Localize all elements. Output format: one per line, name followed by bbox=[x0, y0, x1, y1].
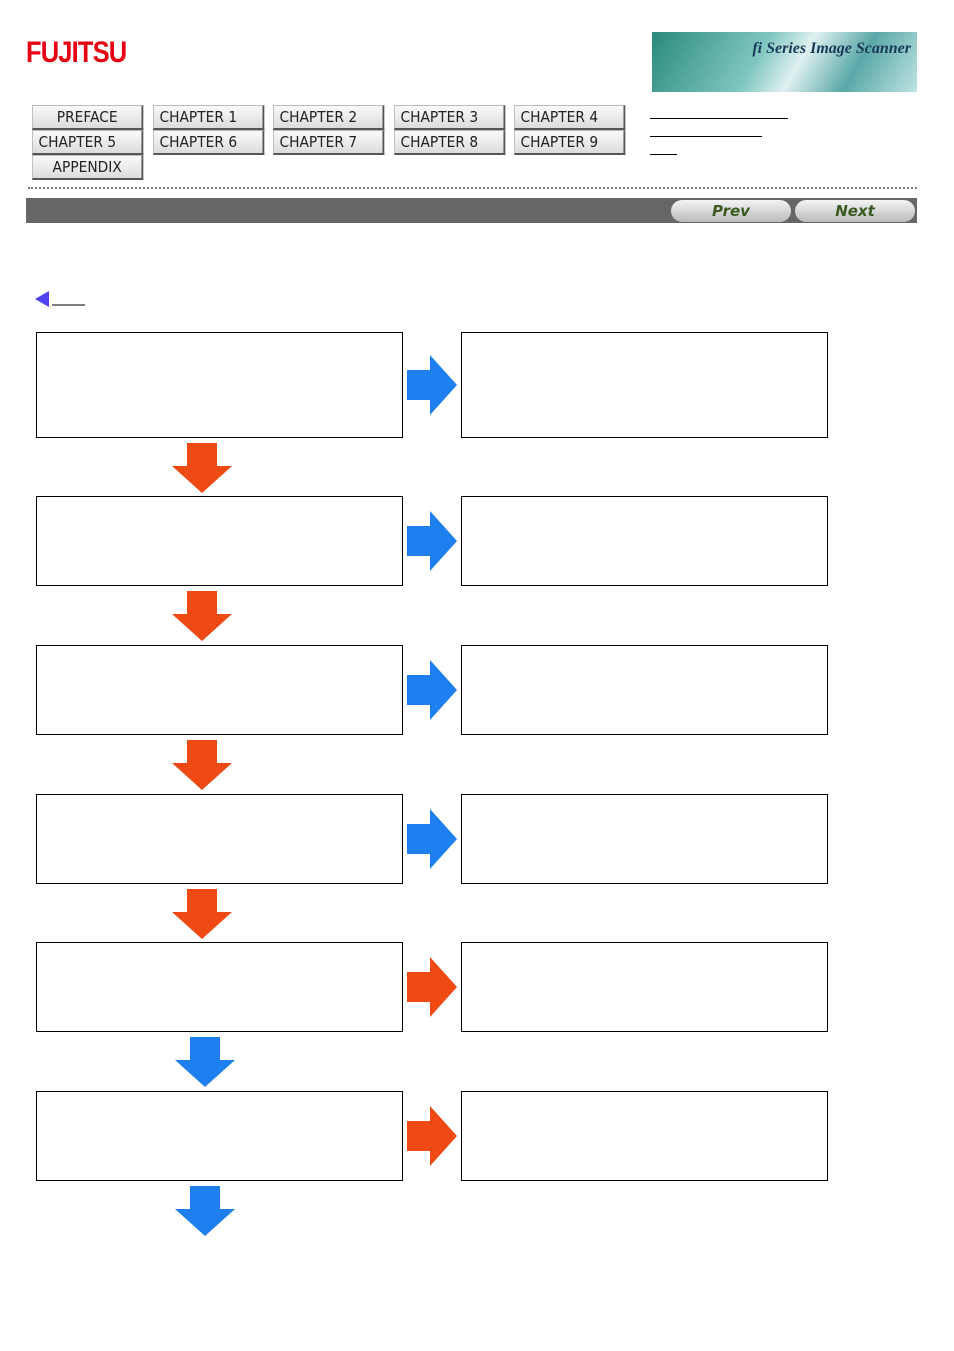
flow-box-right bbox=[461, 496, 828, 586]
flow-box-left bbox=[36, 332, 403, 438]
flow-box-left bbox=[36, 1091, 403, 1181]
nav-chapter-1[interactable]: CHAPTER 1 bbox=[153, 105, 265, 130]
nav-chapter-5[interactable]: CHAPTER 5 bbox=[32, 130, 144, 155]
flow-box-right bbox=[461, 1091, 828, 1181]
down-arrow-icon bbox=[175, 1186, 235, 1236]
top-link-2[interactable] bbox=[650, 136, 762, 137]
nav-chapter-8[interactable]: CHAPTER 8 bbox=[394, 130, 506, 155]
nav-chapter-2[interactable]: CHAPTER 2 bbox=[273, 105, 385, 130]
flow-box-left bbox=[36, 794, 403, 884]
nav-chapter-9[interactable]: CHAPTER 9 bbox=[514, 130, 626, 155]
flow-box-left bbox=[36, 645, 403, 735]
down-arrow-icon bbox=[175, 1037, 235, 1087]
top-link-1[interactable] bbox=[650, 118, 788, 119]
top-link-3[interactable] bbox=[650, 154, 677, 155]
down-arrow-icon bbox=[172, 443, 232, 493]
nav-chapter-7[interactable]: CHAPTER 7 bbox=[273, 130, 385, 155]
right-arrow-icon bbox=[407, 660, 457, 720]
next-button[interactable]: Next bbox=[795, 200, 915, 222]
flow-box-left bbox=[36, 942, 403, 1032]
flow-box-right bbox=[461, 645, 828, 735]
flow-box-right bbox=[461, 942, 828, 1032]
nav-preface[interactable]: PREFACE bbox=[32, 105, 144, 130]
banner-text: fi Series Image Scanner bbox=[752, 40, 911, 57]
divider bbox=[28, 187, 917, 189]
flow-box-right bbox=[461, 794, 828, 884]
fi-series-banner: fi Series Image Scanner bbox=[652, 32, 917, 92]
right-arrow-icon bbox=[407, 355, 457, 415]
right-arrow-icon bbox=[407, 957, 457, 1017]
fujitsu-logo: FUJITSU bbox=[26, 36, 127, 69]
right-arrow-icon bbox=[407, 1106, 457, 1166]
nav-chapter-3[interactable]: CHAPTER 3 bbox=[394, 105, 506, 130]
right-arrow-icon bbox=[407, 809, 457, 869]
prev-button[interactable]: Prev bbox=[671, 200, 791, 222]
nav-chapter-6[interactable]: CHAPTER 6 bbox=[153, 130, 265, 155]
back-link[interactable] bbox=[34, 290, 88, 308]
down-arrow-icon bbox=[172, 740, 232, 790]
flow-box-right bbox=[461, 332, 828, 438]
back-arrow-icon bbox=[35, 291, 49, 307]
down-arrow-icon bbox=[172, 591, 232, 641]
nav-chapter-4[interactable]: CHAPTER 4 bbox=[514, 105, 626, 130]
right-arrow-icon bbox=[407, 511, 457, 571]
down-arrow-icon bbox=[172, 889, 232, 939]
nav-appendix[interactable]: APPENDIX bbox=[32, 155, 144, 180]
flow-box-left bbox=[36, 496, 403, 586]
